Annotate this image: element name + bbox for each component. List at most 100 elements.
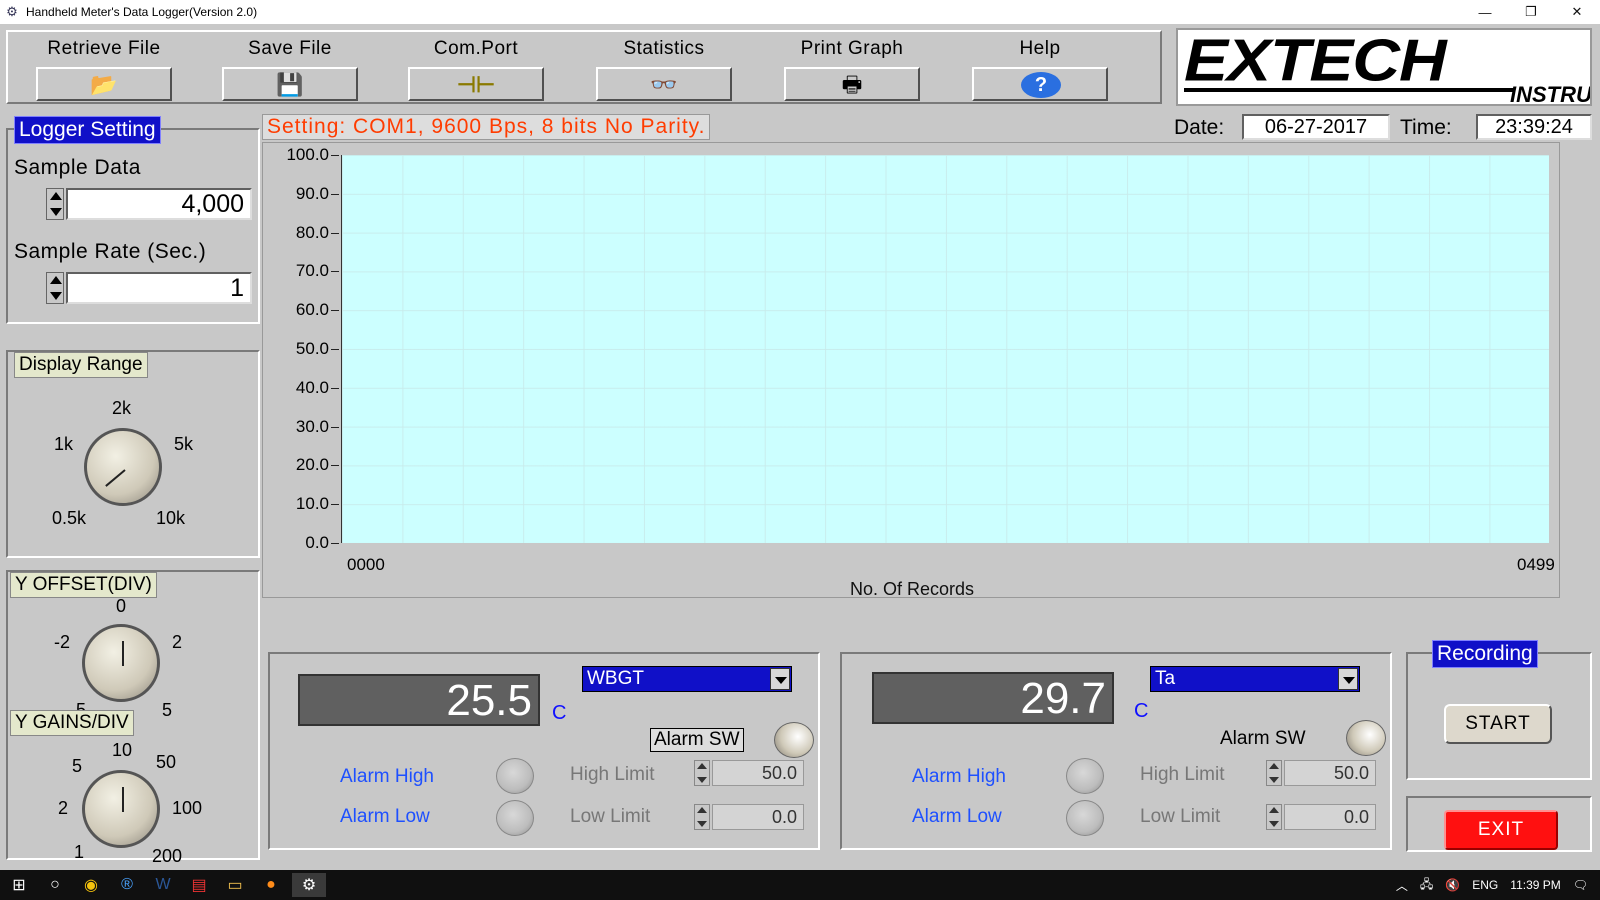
channel-1-reading: 25.5 [298,674,540,726]
channel-1-low-limit-spinner[interactable] [694,804,710,830]
channel-2-high-limit-spinner[interactable] [1266,760,1282,786]
channel-1-low-limit-label: Low Limit [570,806,651,827]
channel-1-alarm-low-label: Alarm Low [340,806,430,827]
display-range-knob[interactable] [84,428,162,506]
data-logger-icon[interactable]: ⚙ [292,873,326,897]
taskbar: ⊞ ○ ◉ ® W ▤ ▭ ● ⚙ ︿ 🖧 🔇 ENG 11:39 PM 🗨 [0,870,1600,900]
offset-label-5: 5 [162,700,173,720]
cortana-icon[interactable]: ○ [38,873,72,897]
time-label: Time: [1400,116,1452,139]
x-tick-start: 0000 [347,555,385,574]
channel-2-alarm-switch[interactable] [1346,720,1386,756]
y-tick-label: 20.0 [263,455,341,475]
range-label-0-5k: 0.5k [52,508,87,528]
display-range-title: Display Range [14,352,148,378]
sample-data-spinner[interactable] [46,188,64,220]
start-button[interactable]: START [1444,704,1552,744]
restore-button[interactable]: ❐ [1508,0,1554,24]
channel-2-alarm-low-label: Alarm Low [912,806,1002,827]
window-title: Handheld Meter's Data Logger(Version 2.0… [26,5,258,19]
y-tick-label: 30.0 [263,417,341,437]
channel-1-alarm-high-led [496,758,534,794]
close-button[interactable]: ✕ [1554,0,1600,24]
channel-2-low-limit-spinner[interactable] [1266,804,1282,830]
y-gains-knob[interactable] [82,770,160,848]
sample-rate-field[interactable]: 1 [66,272,252,304]
channel-1-alarm-low-led [496,800,534,836]
statistics-label: Statistics [623,38,705,59]
word-icon[interactable]: W [146,873,180,897]
print-graph-button[interactable]: 🖶 [784,67,920,101]
sample-data-field[interactable]: 4,000 [66,188,252,220]
toolbar: Retrieve File 📂 Save File 💾 Com.Port ⊣⊢ … [6,30,1162,104]
app-icon: ⚙ [6,4,18,19]
channel-2-alarm-low-led [1066,800,1104,836]
chrome-icon[interactable]: ◉ [74,873,108,897]
channel-2-reading: 29.7 [872,672,1114,724]
chevron-down-icon[interactable] [1338,668,1358,690]
channel-1-high-limit-field[interactable]: 50.0 [712,760,804,786]
channel-1-high-limit-spinner[interactable] [694,760,710,786]
knob-needle [122,787,124,812]
exit-button[interactable]: EXIT [1444,810,1558,850]
pdf-icon[interactable]: ▤ [182,873,216,897]
retrieve-file-label: Retrieve File [47,38,161,59]
app-r-icon[interactable]: ® [110,873,144,897]
sample-rate-spinner[interactable] [46,272,64,304]
windows-start-icon[interactable]: ⊞ [2,873,36,897]
channel-2-high-limit-field[interactable]: 50.0 [1284,760,1376,786]
y-tick-label: 40.0 [263,378,341,398]
com-port-button[interactable]: ⊣⊢ [408,67,544,101]
y-gains-title: Y GAINS/DIV [10,710,134,736]
channel-2-select[interactable]: Ta [1150,666,1360,692]
network-icon[interactable]: 🖧 [1420,875,1433,896]
firefox-icon[interactable]: ● [254,873,288,897]
taskbar-clock[interactable]: 11:39 PM [1510,878,1560,892]
file-explorer-icon[interactable]: ▭ [218,873,252,897]
statistics-button[interactable]: 👓 [596,67,732,101]
graph-area: 100.0 90.0 80.0 70.0 60.0 50.0 40.0 30.0 20.0 10.… [262,142,1560,599]
logo-sub: INSTRUMENTS [1510,82,1592,106]
com-port-icon: ⊣⊢ [456,72,496,97]
channel-1-alarm-switch[interactable] [774,722,814,758]
channel-2-alarm-high-led [1066,758,1104,794]
time-field: 23:39:24 [1476,114,1592,140]
x-tick-end: 0499 [1517,555,1555,574]
help-button[interactable]: ? [972,67,1108,101]
channel-1-unit: C [552,702,567,724]
gain-label-100: 100 [172,798,203,818]
channel-1-low-limit-field[interactable]: 0.0 [712,804,804,830]
channel-2-low-limit-field[interactable]: 0.0 [1284,804,1376,830]
retrieve-file-tool: Retrieve File 📂 [34,38,174,101]
minimize-button[interactable]: — [1462,0,1508,24]
range-label-5k: 5k [174,434,194,454]
y-tick-label: 0.0 [263,533,341,553]
chevron-down-icon[interactable] [770,668,790,690]
chevron-up-icon[interactable]: ︿ [1396,877,1408,894]
save-file-tool: Save File 💾 [220,38,360,101]
knob-needle [122,641,124,666]
language-indicator[interactable]: ENG [1472,878,1498,892]
setting-status: Setting: COM1, 9600 Bps, 8 bits No Parit… [262,114,711,140]
exit-panel: EXIT [1406,796,1592,852]
range-label-10k: 10k [156,508,186,528]
save-file-button[interactable]: 💾 [222,67,358,101]
floppy-disk-icon: 💾 [276,72,304,97]
retrieve-file-button[interactable]: 📂 [36,67,172,101]
date-label: Date: [1174,116,1225,139]
volume-muted-icon[interactable]: 🔇 [1445,878,1460,892]
gain-label-2: 2 [58,798,69,818]
open-folder-icon: 📂 [90,72,118,97]
recording-panel: Recording START [1406,640,1592,780]
notification-icon[interactable]: 🗨 [1573,878,1588,892]
y-offset-knob[interactable] [82,624,160,702]
channel-2-selected: Ta [1155,668,1176,689]
save-file-label: Save File [248,38,332,59]
channel-2-high-limit-label: High Limit [1140,764,1225,785]
logger-setting-title: Logger Setting [14,116,161,144]
y-offset-title: Y OFFSET(DIV) [10,572,157,598]
channel-1-select[interactable]: WBGT [582,666,792,692]
y-tick-label: 100.0 [263,145,341,165]
channel-1-panel: 25.5 C WBGT Alarm SW Alarm High High Lim… [268,652,820,850]
print-graph-label: Print Graph [800,38,904,59]
